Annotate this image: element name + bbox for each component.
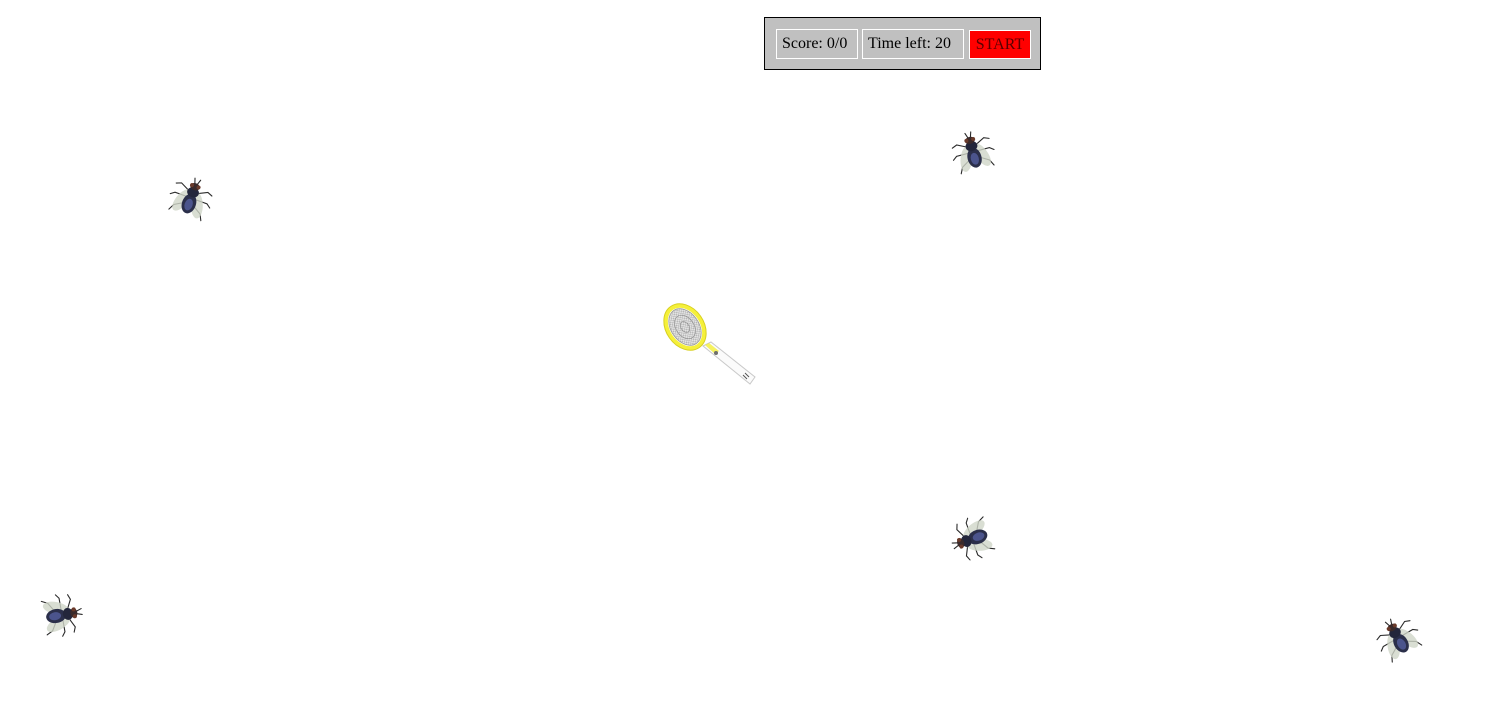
- fly-icon[interactable]: [155, 162, 227, 234]
- electric-swatter-icon: [655, 300, 760, 390]
- time-left-display: Time left: 20: [862, 29, 964, 59]
- fly-icon[interactable]: [1360, 600, 1436, 676]
- start-button[interactable]: START: [969, 30, 1031, 59]
- game-area[interactable]: Score: 0/0 Time left: 20 START: [0, 0, 1500, 713]
- score-display: Score: 0/0: [776, 29, 858, 59]
- fly-icon[interactable]: [30, 583, 95, 648]
- fly-icon[interactable]: [939, 118, 1008, 187]
- fly-icon[interactable]: [936, 503, 1008, 575]
- hud-panel: Score: 0/0 Time left: 20 START: [764, 17, 1041, 70]
